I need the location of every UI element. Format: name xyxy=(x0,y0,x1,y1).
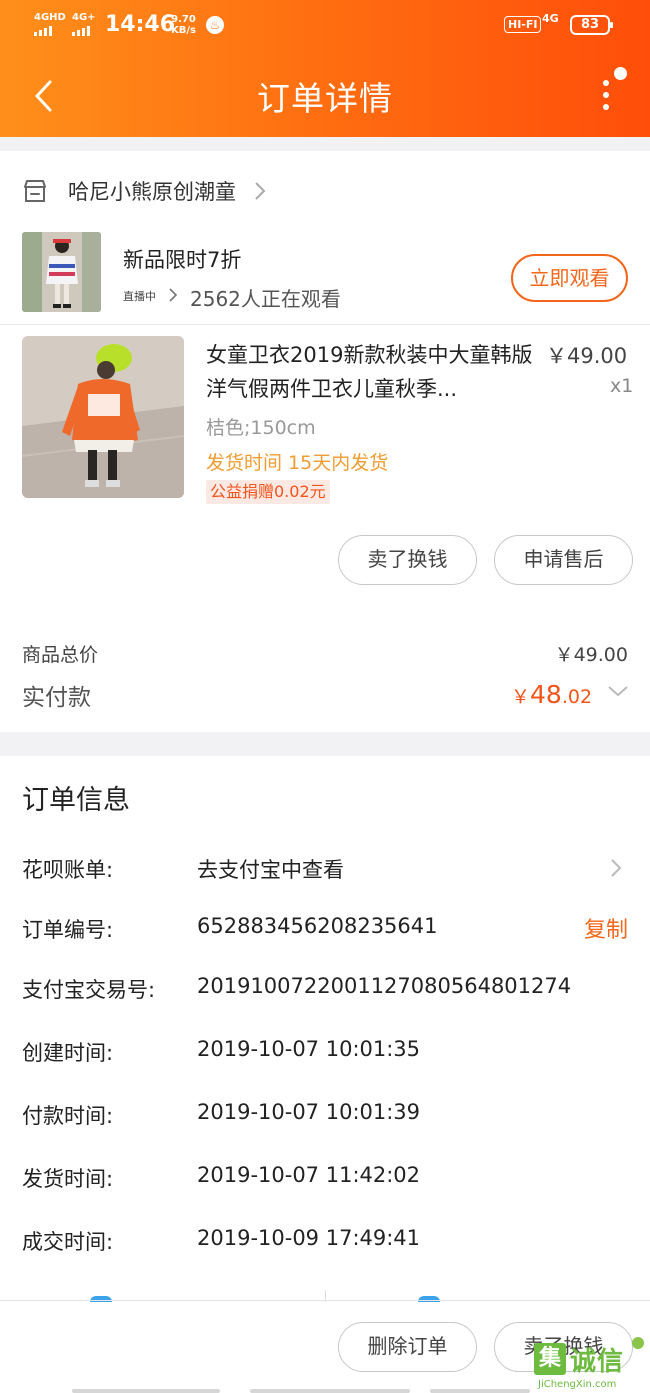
product-quantity: x1 xyxy=(610,375,634,397)
watermark-dot-icon xyxy=(632,1337,644,1349)
shipping-time: 发货时间 15天内发货 xyxy=(206,452,389,474)
watermark-box: 集 xyxy=(534,1343,566,1375)
info-row-order-number: 订单编号: 652883456208235641 复制 xyxy=(22,908,628,948)
info-label: 花呗账单: xyxy=(22,858,114,882)
signal-label-1: 4GHD xyxy=(34,12,66,23)
charity-badge: 公益捐赠0.02元 xyxy=(206,480,330,504)
product-title[interactable]: 女童卫衣2019新款秋装中大童韩版洋气假两件卫衣儿童秋季... xyxy=(206,338,534,406)
chevron-right-icon xyxy=(169,288,178,302)
info-value: 2019-10-07 10:01:39 xyxy=(197,1100,421,1124)
more-menu-button[interactable] xyxy=(590,67,627,120)
sell-for-cash-button[interactable]: 卖了换钱 xyxy=(338,535,477,585)
watch-live-button[interactable]: 立即观看 xyxy=(511,254,628,302)
after-sales-button[interactable]: 申请售后 xyxy=(494,535,633,585)
info-label: 创建时间: xyxy=(22,1041,114,1065)
divider xyxy=(0,324,650,325)
network-speed-value: 9.70 xyxy=(171,14,196,25)
flame-icon: ♨ xyxy=(206,16,224,34)
order-detail-screen: 4GHD 4G+ 14:46 9.70 KB/s ♨ HI-FI 4G 83 订… xyxy=(0,0,650,1393)
live-viewer-count: 2562人正在观看 xyxy=(190,287,341,311)
amount-paid-value: ￥48.02 xyxy=(511,680,592,709)
shop-icon xyxy=(24,180,46,202)
currency-symbol: ￥ xyxy=(511,686,531,708)
info-row-payment-time: 付款时间: 2019-10-07 10:01:39 xyxy=(22,1094,628,1134)
watermark-text: 诚信 xyxy=(570,1347,625,1377)
signal-bars-2-icon xyxy=(72,26,90,36)
copy-order-number-button[interactable]: 复制 xyxy=(584,912,628,944)
info-value: 2019100722001127080564801274 xyxy=(197,974,572,998)
product-sku: 桔色;150cm xyxy=(206,417,316,439)
info-label: 发货时间: xyxy=(22,1167,114,1191)
info-value: 2019-10-07 11:42:02 xyxy=(197,1163,421,1187)
product-price: ￥49.00 xyxy=(546,344,628,368)
watermark-logo: 集 诚信 JiChengXin.com xyxy=(534,1337,650,1393)
gesture-bar xyxy=(250,1389,410,1393)
live-status-tag: 直播中 xyxy=(123,290,156,303)
signal-bars-1-icon xyxy=(34,26,52,36)
info-row-alipay-trade: 支付宝交易号: 2019100722001127080564801274 xyxy=(22,968,628,1008)
live-title: 新品限时7折 xyxy=(123,248,242,272)
signal-label-2: 4G+ xyxy=(72,12,96,23)
info-value: 去支付宝中查看 xyxy=(197,858,344,882)
info-value: 2019-10-07 10:01:35 xyxy=(197,1037,421,1061)
order-info-title: 订单信息 xyxy=(22,785,130,816)
product-image[interactable] xyxy=(22,336,184,498)
chevron-down-icon[interactable] xyxy=(606,684,630,698)
info-row-shipped-time: 发货时间: 2019-10-07 11:42:02 xyxy=(22,1157,628,1197)
info-row-huabei[interactable]: 花呗账单: 去支付宝中查看 xyxy=(22,848,628,888)
hifi-badge: HI-FI xyxy=(504,16,542,33)
more-dot-icon xyxy=(603,104,609,110)
header: 4GHD 4G+ 14:46 9.70 KB/s ♨ HI-FI 4G 83 订… xyxy=(0,0,650,137)
info-label: 成交时间: xyxy=(22,1230,114,1254)
amount-paid-label: 实付款 xyxy=(22,685,91,711)
info-row-completed-time: 成交时间: 2019-10-09 17:49:41 xyxy=(22,1220,628,1260)
subtotal-value: ￥49.00 xyxy=(554,644,628,666)
battery-icon: 83 xyxy=(570,15,613,35)
gesture-bar xyxy=(72,1389,220,1393)
more-dot-icon xyxy=(603,92,609,98)
chevron-right-icon xyxy=(255,182,266,200)
live-stream-banner[interactable]: 新品限时7折 直播中 2562人正在观看 立即观看 xyxy=(22,232,628,314)
info-label: 订单编号: xyxy=(22,918,114,942)
info-value: 2019-10-09 17:49:41 xyxy=(197,1226,421,1250)
info-row-created-time: 创建时间: 2019-10-07 10:01:35 xyxy=(22,1031,628,1071)
gesture-bar xyxy=(430,1389,530,1393)
info-label: 支付宝交易号: xyxy=(22,978,156,1002)
product-photo xyxy=(22,336,184,498)
info-label: 付款时间: xyxy=(22,1104,114,1128)
battery-level: 83 xyxy=(580,17,600,32)
clock: 14:46 xyxy=(105,12,176,37)
network-speed-unit: KB/s xyxy=(171,25,196,36)
notification-dot-icon xyxy=(614,67,627,80)
amount-decimal: .02 xyxy=(561,686,593,708)
divider xyxy=(0,1300,650,1301)
chevron-right-icon xyxy=(611,859,622,877)
amount-integer: 48 xyxy=(530,680,562,709)
network-speed: 9.70 KB/s xyxy=(171,14,196,36)
delete-order-button[interactable]: 删除订单 xyxy=(338,1322,477,1372)
live-thumbnail-image xyxy=(22,232,101,312)
more-dot-icon xyxy=(603,80,609,86)
subtotal-label: 商品总价 xyxy=(22,644,99,666)
page-title: 订单详情 xyxy=(257,79,393,118)
network-type: 4G xyxy=(542,12,559,25)
watermark-url: JiChengXin.com xyxy=(538,1379,617,1390)
shop-name: 哈尼小熊原创潮童 xyxy=(68,180,236,204)
status-bar: 4GHD 4G+ 14:46 9.70 KB/s ♨ HI-FI 4G 83 xyxy=(0,0,650,52)
shop-link[interactable]: 哈尼小熊原创潮童 xyxy=(22,172,266,210)
live-thumbnail[interactable] xyxy=(22,232,101,312)
info-value: 652883456208235641 xyxy=(197,914,438,938)
